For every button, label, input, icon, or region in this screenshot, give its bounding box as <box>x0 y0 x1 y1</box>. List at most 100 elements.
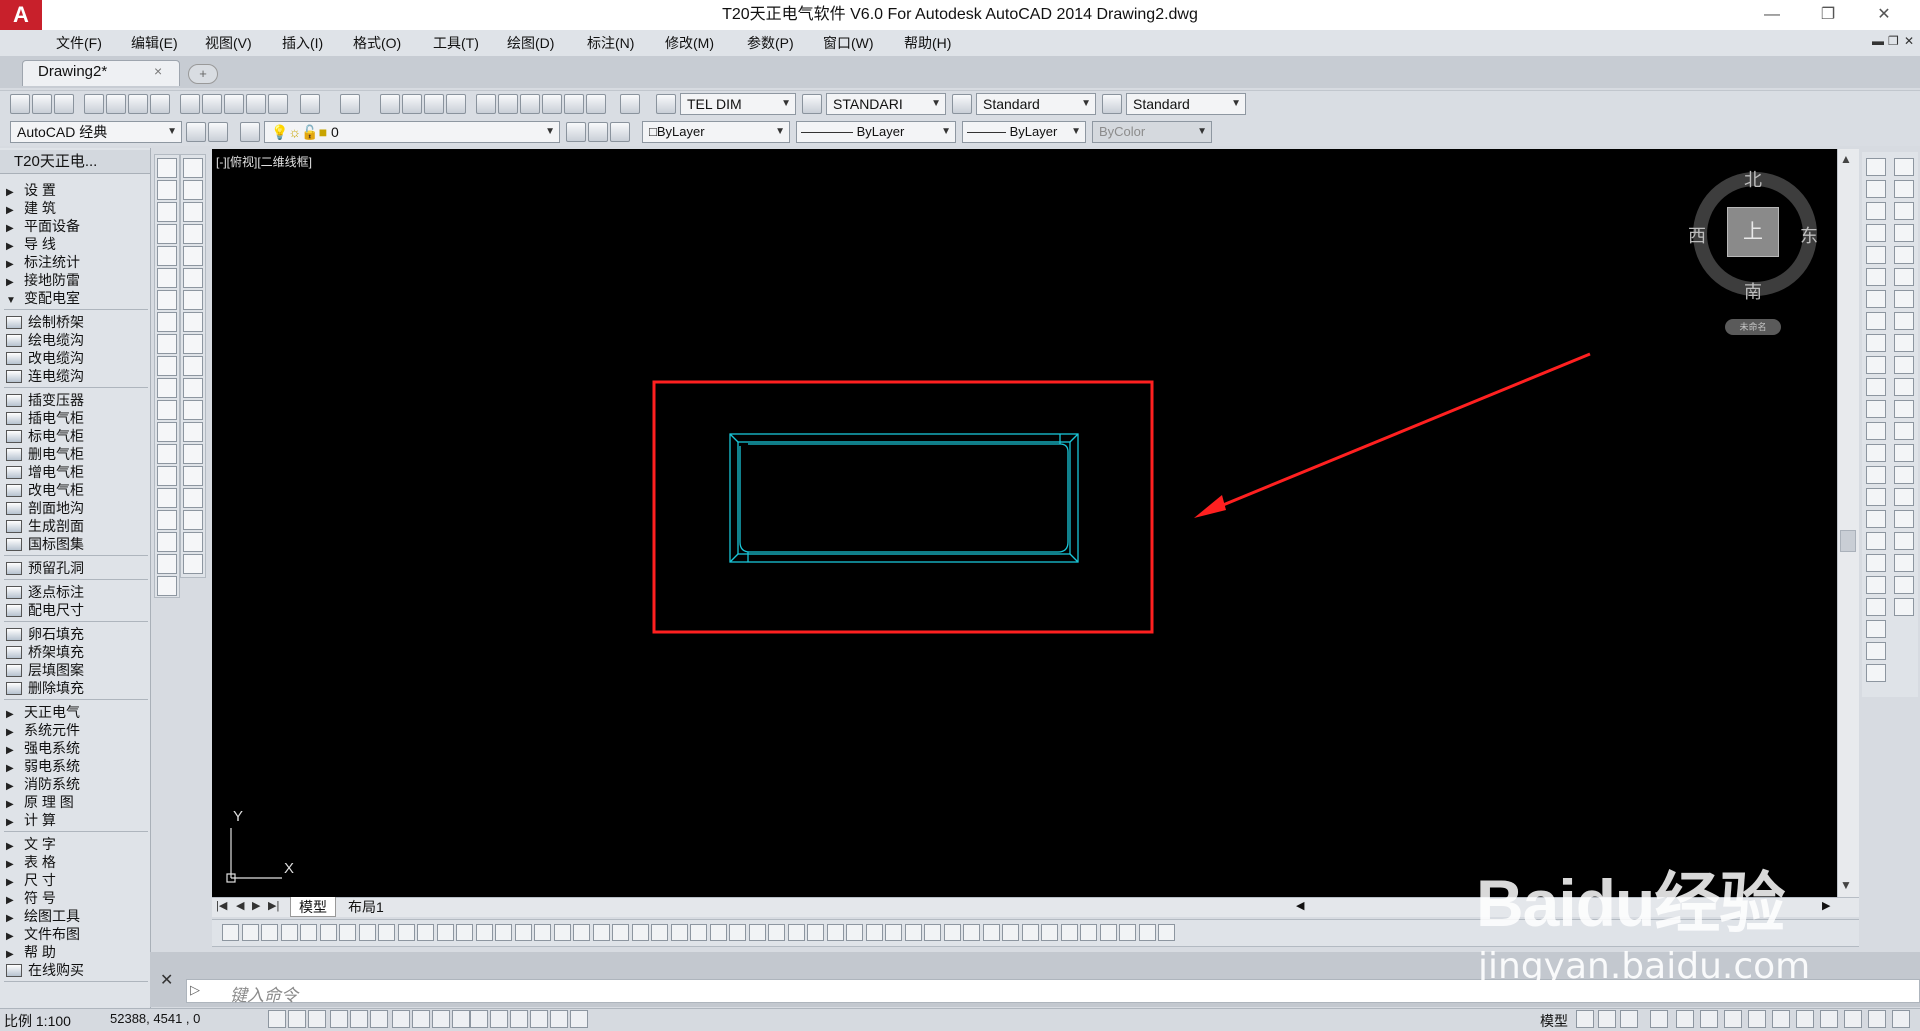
drafting-toggle-icon[interactable] <box>550 1010 568 1028</box>
common-tool-icon[interactable] <box>358 924 376 941</box>
common-tool-icon[interactable] <box>1021 924 1039 941</box>
common-tool-icon[interactable] <box>553 924 571 941</box>
close-command-line-icon[interactable]: ✕ <box>160 970 173 990</box>
common-tool-icon[interactable] <box>963 924 980 941</box>
common-tool-icon[interactable] <box>748 924 766 941</box>
modify-tool-icon[interactable] <box>1866 334 1886 352</box>
drafting-toggle-icon[interactable] <box>490 1010 508 1028</box>
prev-layout-icon[interactable]: ◀ <box>236 899 244 912</box>
common-tool-icon[interactable] <box>768 924 785 941</box>
modify-tool-icon[interactable] <box>1866 356 1886 374</box>
modify-tool-icon[interactable] <box>1894 378 1914 396</box>
modify-tool-icon[interactable] <box>1866 664 1886 682</box>
first-layout-icon[interactable]: |◀ <box>216 899 227 912</box>
modify-tool-icon[interactable] <box>1894 356 1914 374</box>
common-tool-icon[interactable] <box>339 924 356 941</box>
tray-icon[interactable] <box>1576 1010 1594 1028</box>
annotation-scale[interactable]: 比例 1:100 <box>4 1011 71 1031</box>
modify-tool-icon[interactable] <box>1894 488 1914 506</box>
drafting-toggle-icon[interactable] <box>470 1010 488 1028</box>
common-tool-icon[interactable] <box>1138 924 1156 941</box>
common-tool-icon[interactable] <box>436 924 454 941</box>
modify-tool-icon[interactable] <box>1894 334 1914 352</box>
tray-icon[interactable] <box>1700 1010 1718 1028</box>
common-tool-icon[interactable] <box>241 924 259 941</box>
common-tool-icon[interactable] <box>846 924 863 941</box>
common-tool-icon[interactable] <box>865 924 883 941</box>
modify-tool-icon[interactable] <box>1866 422 1886 440</box>
common-tool-icon[interactable] <box>670 924 688 941</box>
common-tool-icon[interactable] <box>573 924 590 941</box>
tray-icon[interactable] <box>1724 1010 1742 1028</box>
drafting-toggle-icon[interactable] <box>530 1010 548 1028</box>
modify-tool-icon[interactable] <box>1894 290 1914 308</box>
modify-tool-icon[interactable] <box>1866 488 1886 506</box>
tray-icon[interactable] <box>1650 1010 1668 1028</box>
modify-tool-icon[interactable] <box>1866 598 1886 616</box>
modify-tool-icon[interactable] <box>1894 224 1914 242</box>
modify-tool-icon[interactable] <box>1866 642 1886 660</box>
tray-icon[interactable] <box>1796 1010 1814 1028</box>
modify-tool-icon[interactable] <box>1866 290 1886 308</box>
drafting-toggle-icon[interactable] <box>452 1010 470 1028</box>
viewcube-top-face[interactable]: 上 <box>1727 207 1779 257</box>
modify-tool-icon[interactable] <box>1866 202 1886 220</box>
common-tool-icon[interactable] <box>514 924 532 941</box>
common-tool-icon[interactable] <box>319 924 337 941</box>
modify-tool-icon[interactable] <box>1866 510 1886 528</box>
next-layout-icon[interactable]: ▶ <box>252 899 260 912</box>
compass-east[interactable]: 东 <box>1800 222 1818 248</box>
tray-icon[interactable] <box>1676 1010 1694 1028</box>
modify-tool-icon[interactable] <box>1894 180 1914 198</box>
modify-tool-icon[interactable] <box>1866 378 1886 396</box>
common-tool-icon[interactable] <box>943 924 961 941</box>
ucs-menu-badge[interactable]: 未命名 <box>1725 319 1781 335</box>
drafting-toggle-icon[interactable] <box>570 1010 588 1028</box>
drafting-toggle-icon[interactable] <box>268 1010 286 1028</box>
modify-tool-icon[interactable] <box>1866 312 1886 330</box>
common-tool-icon[interactable] <box>651 924 668 941</box>
scroll-thumb[interactable] <box>1840 530 1856 552</box>
common-tool-icon[interactable] <box>261 924 278 941</box>
modify-tool-icon[interactable] <box>1894 510 1914 528</box>
common-tool-icon[interactable] <box>456 924 473 941</box>
modify-tool-icon[interactable] <box>1894 400 1914 418</box>
tray-icon[interactable] <box>1844 1010 1862 1028</box>
modify-tool-icon[interactable] <box>1894 444 1914 462</box>
command-prompt-icon[interactable]: ▷ <box>190 982 200 998</box>
modify-tool-icon[interactable] <box>1894 466 1914 484</box>
tray-icon[interactable] <box>1598 1010 1616 1028</box>
tray-icon[interactable] <box>1748 1010 1766 1028</box>
compass-south[interactable]: 南 <box>1744 278 1762 304</box>
tray-icon[interactable] <box>1892 1010 1910 1028</box>
tab-layout1[interactable]: 布局1 <box>340 897 392 917</box>
modify-tool-icon[interactable] <box>1866 224 1886 242</box>
drafting-toggle-icon[interactable] <box>370 1010 388 1028</box>
common-tool-icon[interactable] <box>826 924 844 941</box>
modify-tool-icon[interactable] <box>1866 576 1886 594</box>
common-tool-icon[interactable] <box>904 924 922 941</box>
drafting-toggle-icon[interactable] <box>432 1010 450 1028</box>
scroll-up-icon[interactable]: ▲ <box>1840 152 1852 166</box>
last-layout-icon[interactable]: ▶| <box>268 899 279 912</box>
modify-tool-icon[interactable] <box>1866 180 1886 198</box>
modify-tool-icon[interactable] <box>1866 400 1886 418</box>
modify-tool-icon[interactable] <box>1866 158 1886 176</box>
tray-icon[interactable] <box>1868 1010 1886 1028</box>
modify-tool-icon[interactable] <box>1866 444 1886 462</box>
modify-tool-icon[interactable] <box>1894 246 1914 264</box>
common-tool-icon[interactable] <box>1099 924 1117 941</box>
modify-tool-icon[interactable] <box>1894 312 1914 330</box>
common-tool-icon[interactable] <box>885 924 902 941</box>
modify-tool-icon[interactable] <box>1866 268 1886 286</box>
modify-tool-icon[interactable] <box>1866 620 1886 638</box>
common-tool-icon[interactable] <box>787 924 805 941</box>
common-tool-icon[interactable] <box>475 924 493 941</box>
modify-tool-icon[interactable] <box>1894 158 1914 176</box>
common-tool-icon[interactable] <box>378 924 395 941</box>
common-tool-icon[interactable] <box>1002 924 1019 941</box>
tray-icon[interactable] <box>1620 1010 1638 1028</box>
tray-icon[interactable] <box>1820 1010 1838 1028</box>
scroll-left-icon[interactable]: ◀ <box>1296 899 1304 912</box>
common-tool-icon[interactable] <box>417 924 434 941</box>
